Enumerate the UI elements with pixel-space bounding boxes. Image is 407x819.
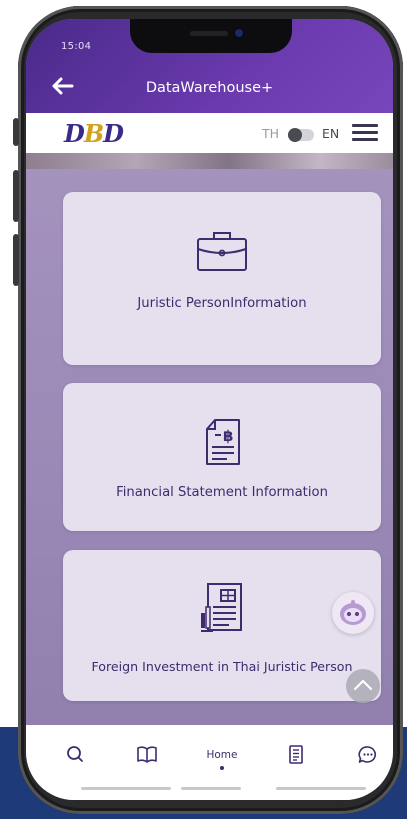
hamburger-menu-icon[interactable] — [352, 123, 378, 143]
card-label-juristic-person: Juristic PersonInformation — [137, 296, 307, 311]
logo-letter-2: B — [83, 119, 104, 148]
logo-letter-1: D — [64, 119, 85, 148]
robot-icon — [340, 600, 366, 625]
card-label-foreign-investment: Foreign Investment in Thai Juristic Pers… — [91, 659, 353, 674]
nav-home[interactable]: Home — [199, 735, 245, 775]
card-juristic-person[interactable]: Juristic PersonInformation — [63, 192, 381, 365]
silent-switch — [13, 118, 19, 146]
phone-notch — [130, 19, 292, 53]
logo-letter-3: D — [103, 119, 124, 148]
language-toggle[interactable] — [288, 128, 314, 142]
language-en-label[interactable]: EN — [322, 126, 339, 141]
baht-document-icon: ฿ — [203, 417, 243, 471]
home-indicator-right — [276, 787, 366, 790]
nav-chat[interactable] — [345, 735, 391, 775]
book-icon — [137, 746, 157, 763]
chevron-up-icon — [353, 679, 373, 691]
banner-image — [26, 153, 393, 169]
card-financial-statement[interactable]: ฿ Financial Statement Information — [63, 383, 381, 531]
nav-document[interactable] — [273, 735, 319, 775]
chatbot-assistant-button[interactable] — [332, 592, 374, 634]
front-camera — [235, 29, 243, 37]
scroll-to-top-button[interactable] — [346, 669, 380, 703]
briefcase-icon — [195, 230, 249, 278]
nav-home-label: Home — [206, 749, 238, 761]
dbd-logo[interactable]: DBD — [64, 119, 124, 148]
search-icon — [67, 746, 83, 762]
home-indicator-left — [81, 787, 171, 790]
svg-text:฿: ฿ — [223, 427, 233, 445]
phone-screen: 15:04 DataWarehouse+ DBD TH EN Juristic … — [26, 19, 393, 800]
language-th-label[interactable]: TH — [262, 126, 279, 141]
home-indicator-center — [181, 787, 241, 790]
report-chart-icon — [199, 581, 245, 641]
card-label-financial-statement: Financial Statement Information — [116, 485, 328, 500]
chat-icon — [358, 746, 377, 763]
status-time: 15:04 — [61, 41, 92, 52]
language-toggle-knob — [288, 128, 302, 142]
nav-search[interactable] — [53, 735, 99, 775]
logo-bar: DBD TH EN — [26, 113, 393, 153]
volume-down-button — [13, 234, 19, 286]
nav-active-indicator — [220, 766, 224, 770]
volume-up-button — [13, 170, 19, 222]
nav-book[interactable] — [124, 735, 170, 775]
app-title: DataWarehouse+ — [145, 80, 274, 96]
document-icon — [289, 745, 303, 764]
speaker-grille — [190, 31, 228, 36]
